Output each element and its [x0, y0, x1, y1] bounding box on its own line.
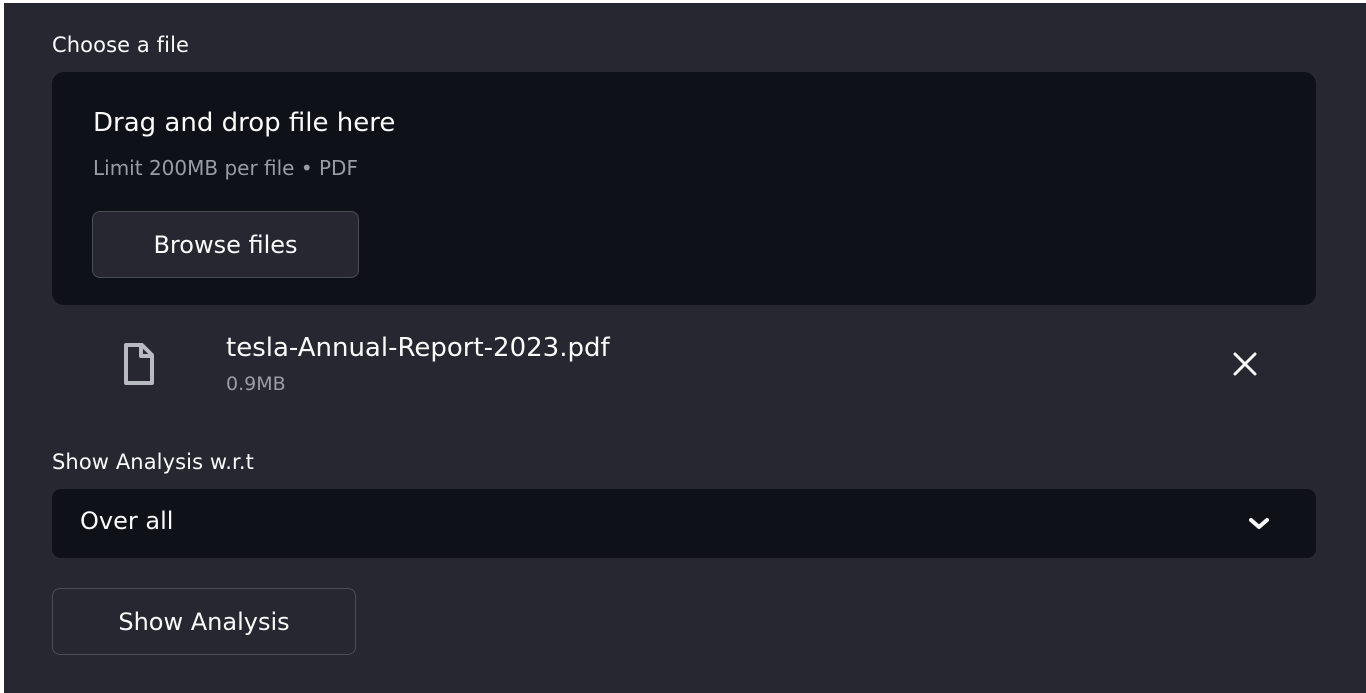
file-dropzone[interactable]: Drag and drop file here Limit 200MB per … [52, 72, 1316, 305]
browse-files-button[interactable]: Browse files [92, 211, 359, 278]
dropzone-limit-text: Limit 200MB per file • PDF [93, 156, 358, 180]
uploaded-file-size: 0.9MB [226, 373, 286, 395]
analysis-select-label: Show Analysis w.r.t [52, 450, 254, 474]
uploaded-file-name: tesla-Annual-Report-2023.pdf [226, 333, 610, 363]
uploaded-file-row: tesla-Annual-Report-2023.pdf 0.9MB [52, 319, 1316, 409]
dropzone-title: Drag and drop file here [93, 108, 396, 138]
show-analysis-button[interactable]: Show Analysis [52, 588, 356, 655]
analysis-select-value: Over all [80, 507, 174, 535]
file-uploader-label: Choose a file [52, 33, 190, 57]
chevron-down-icon[interactable] [1244, 510, 1274, 538]
analysis-select[interactable]: Over all [52, 489, 1316, 558]
file-icon [124, 343, 154, 385]
sidebar-panel: Choose a file Drag and drop file here Li… [4, 3, 1366, 693]
close-icon[interactable] [1228, 347, 1262, 381]
